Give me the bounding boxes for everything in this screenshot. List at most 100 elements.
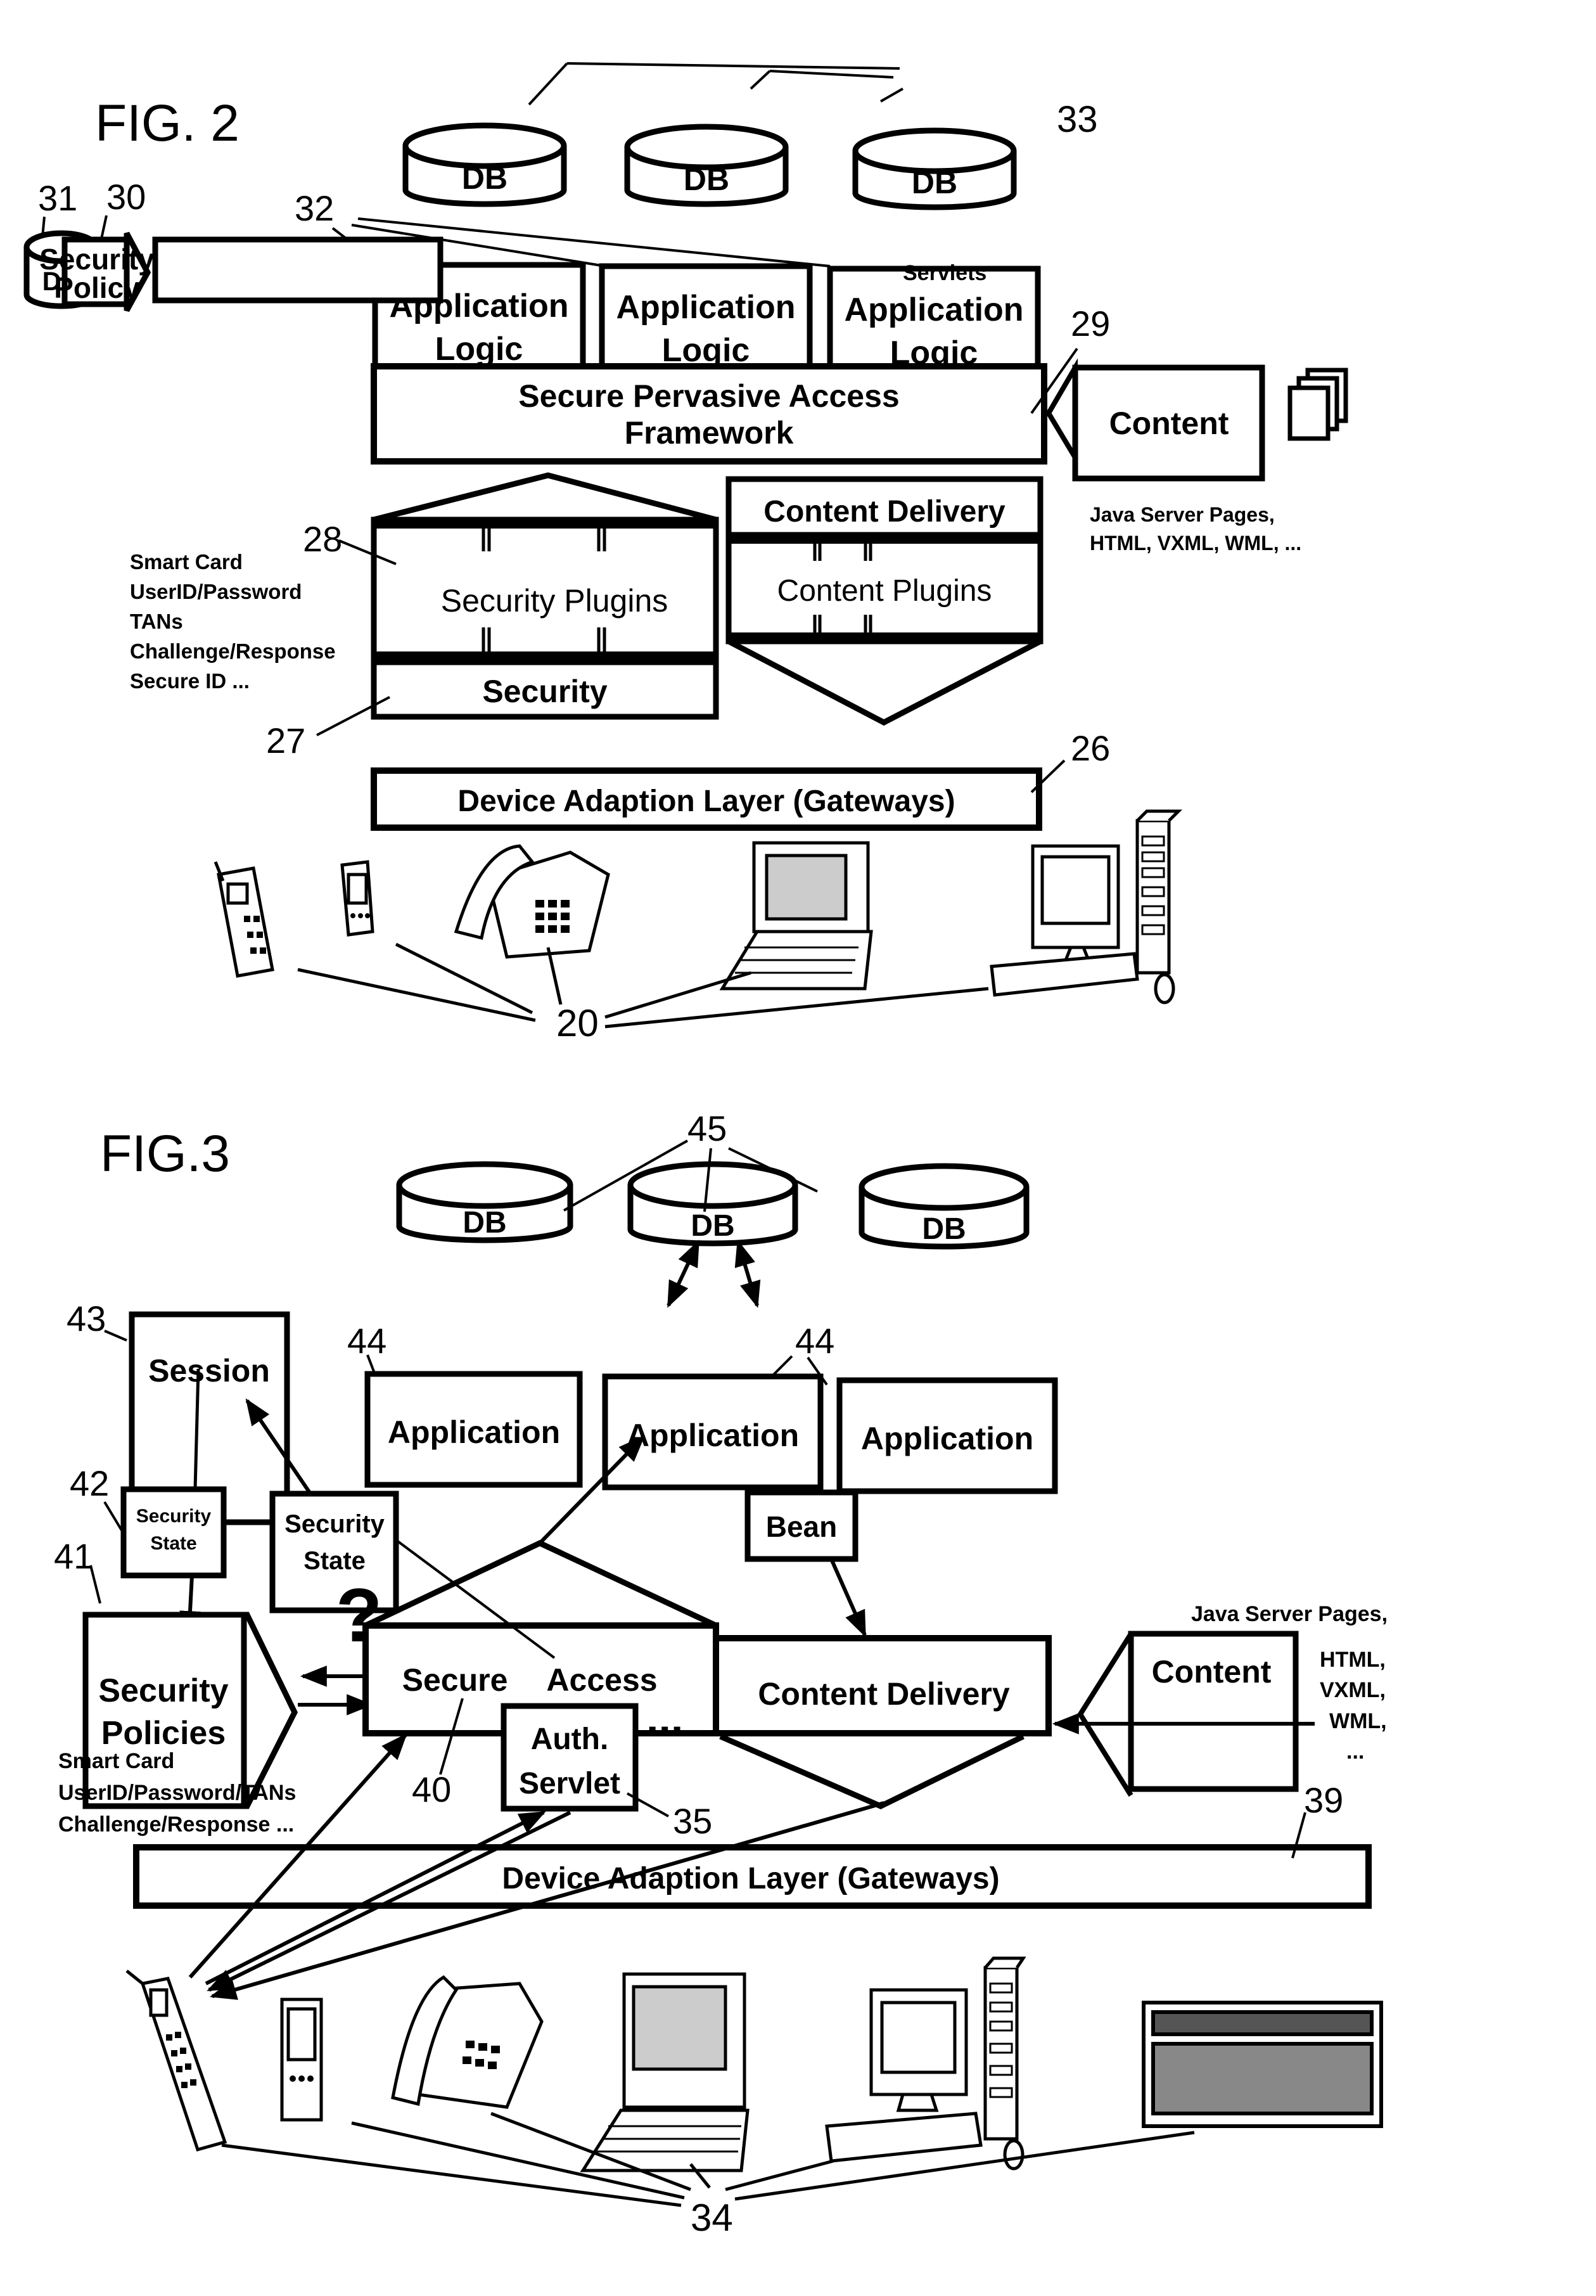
fig3-security-state-small-ref: 42 xyxy=(70,1463,109,1503)
fig2-security-ref: 27 xyxy=(266,721,305,760)
fig3-secure-access-ref: 40 xyxy=(412,1769,451,1809)
svg-text:Policy: Policy xyxy=(54,271,140,304)
fig2-security-plugins: Security Plugins xyxy=(371,472,719,664)
svg-text:UserID/Password: UserID/Password xyxy=(130,580,302,603)
fig3-auth-ellipsis: ... xyxy=(646,1693,683,1743)
fig3-db-ref: 45 xyxy=(687,1108,727,1148)
fig2-db-3: DB xyxy=(852,127,1017,210)
patent-drawing: FIG. 2 DB DB DB 33 32 Application Logic … xyxy=(23,62,1388,2239)
svg-text:Smart Card: Smart Card xyxy=(58,1749,174,1773)
svg-text:WML,: WML, xyxy=(1329,1709,1387,1733)
svg-text:Application: Application xyxy=(861,1421,1033,1456)
svg-text:VXML,: VXML, xyxy=(1320,1678,1386,1702)
fig3: FIG.3 DB DB DB 45 44 44 Application Appl… xyxy=(54,1108,1388,2239)
mobile-phone-icon xyxy=(214,861,274,978)
fig3-application-2: Application xyxy=(602,1373,824,1491)
fig3-security-state-small: Security State xyxy=(120,1486,227,1579)
pda-icon xyxy=(280,1998,323,2122)
fig3-db-2: DB xyxy=(627,1161,798,1247)
svg-text:TANs: TANs xyxy=(130,610,183,633)
svg-text:...: ... xyxy=(1346,1740,1364,1764)
svg-text:DB: DB xyxy=(684,162,729,197)
svg-text:Application: Application xyxy=(844,292,1023,328)
svg-text:Challenge/Response: Challenge/Response xyxy=(130,639,336,663)
fig2-security-policy-ref: 30 xyxy=(106,177,146,217)
svg-text:Content Delivery: Content Delivery xyxy=(763,495,1005,529)
svg-text:Secure ID ...: Secure ID ... xyxy=(130,669,250,693)
fig2-devices-leaders xyxy=(297,942,989,1029)
fig3-db-app-arrows xyxy=(667,1239,761,1309)
fig3-db-1: DB xyxy=(396,1161,573,1243)
fig2-security-plugins-ref: 28 xyxy=(303,519,342,559)
svg-text:Security Plugins: Security Plugins xyxy=(441,583,668,619)
svg-text:Security: Security xyxy=(136,1506,212,1527)
fig2-security-policy: Security Policy xyxy=(39,231,155,312)
fig3-app-ref-right: 44 xyxy=(795,1321,834,1361)
flat-panel-display-icon xyxy=(1142,2001,1383,2128)
svg-text:Java Server Pages,: Java Server Pages, xyxy=(1191,1602,1388,1626)
svg-text:HTML,: HTML, xyxy=(1320,1648,1386,1672)
fig2-device-layer-ref: 26 xyxy=(1071,728,1110,768)
svg-text:Secure: Secure xyxy=(402,1662,508,1698)
svg-text:Application: Application xyxy=(616,289,795,326)
fig2-db-ref: 33 xyxy=(1057,99,1098,140)
fig2-db-leaders xyxy=(528,62,903,106)
svg-text:Auth.: Auth. xyxy=(531,1722,609,1756)
svg-text:Smart Card: Smart Card xyxy=(130,550,243,574)
svg-text:Application: Application xyxy=(627,1418,799,1453)
fig3-auth-servlet-ref: 35 xyxy=(673,1801,712,1841)
svg-text:Framework: Framework xyxy=(625,415,794,451)
svg-text:DB: DB xyxy=(463,1206,506,1240)
svg-text:DB: DB xyxy=(912,165,957,200)
desk-phone-icon xyxy=(454,844,610,959)
svg-text:Application: Application xyxy=(388,1414,560,1450)
svg-text:Content Plugins: Content Plugins xyxy=(777,574,992,608)
fig2-framework-ref: 29 xyxy=(1071,304,1110,343)
fig3-application-1: Application xyxy=(364,1371,583,1488)
fig3-db-3: DB xyxy=(859,1163,1030,1250)
fig3-application-3: Application xyxy=(836,1377,1058,1494)
svg-text:Servlet: Servlet xyxy=(519,1767,620,1800)
fig2-devices-ref: 20 xyxy=(556,1002,599,1044)
fig3-content-delivery: Content Delivery xyxy=(713,1635,1052,1809)
laptop-icon xyxy=(719,841,873,991)
svg-text:Content: Content xyxy=(1152,1654,1272,1690)
desktop-pc-icon xyxy=(990,809,1183,1004)
svg-text:Device Adaption Layer (Gateway: Device Adaption Layer (Gateways) xyxy=(457,785,955,818)
fig3-device-layer: Device Adaption Layer (Gateways) xyxy=(133,1844,1372,1909)
svg-text:Challenge/Response ...: Challenge/Response ... xyxy=(58,1812,294,1837)
svg-text:Bean: Bean xyxy=(766,1510,837,1543)
fig2-content-formats-1: Java Server Pages, xyxy=(1090,503,1275,526)
fig2-servlets-label: Servlets xyxy=(903,261,986,285)
fig2-applogic-ref: 32 xyxy=(295,188,334,228)
mobile-phone-icon xyxy=(125,1970,227,2152)
fig3-device-layer-ref: 39 xyxy=(1304,1780,1343,1820)
fig3-app-ref-left: 44 xyxy=(347,1321,386,1361)
fig3-bean: Bean xyxy=(744,1489,859,1562)
fig3-security-policies-ref: 41 xyxy=(54,1536,93,1576)
svg-text:Security: Security xyxy=(482,674,608,709)
fig3-session-ref: 43 xyxy=(67,1299,106,1338)
fig2-policy-db-ref: 31 xyxy=(38,178,77,218)
fig2-auth-methods: Smart Card UserID/Password TANs Challeng… xyxy=(130,550,336,693)
svg-text:DB: DB xyxy=(922,1212,966,1246)
desktop-pc-icon xyxy=(825,1956,1026,2171)
fig3-auth-servlet: Auth. Servlet xyxy=(501,1703,639,1812)
svg-text:Content: Content xyxy=(1109,406,1229,441)
svg-text:Security: Security xyxy=(284,1510,385,1538)
svg-text:Session: Session xyxy=(148,1353,270,1389)
fig2-security: Security xyxy=(371,659,719,720)
fig2-title: FIG. 2 xyxy=(95,94,239,152)
fig2-content-formats-2: HTML, VXML, WML, ... xyxy=(1090,532,1301,555)
fig2-content-plugins: Content Plugins xyxy=(725,532,1044,726)
fig3-content: Content xyxy=(1077,1631,1299,1797)
pda-icon xyxy=(340,860,374,937)
svg-text:Content Delivery: Content Delivery xyxy=(758,1676,1010,1712)
svg-text:DB: DB xyxy=(691,1209,734,1243)
svg-text:Access: Access xyxy=(546,1662,657,1698)
svg-text:Security: Security xyxy=(98,1672,228,1709)
fig2-device-layer: Device Adaption Layer (Gateways) xyxy=(371,767,1042,831)
svg-text:State: State xyxy=(150,1533,196,1554)
document-stack-icon xyxy=(1287,368,1348,441)
laptop-icon xyxy=(580,1972,750,2172)
